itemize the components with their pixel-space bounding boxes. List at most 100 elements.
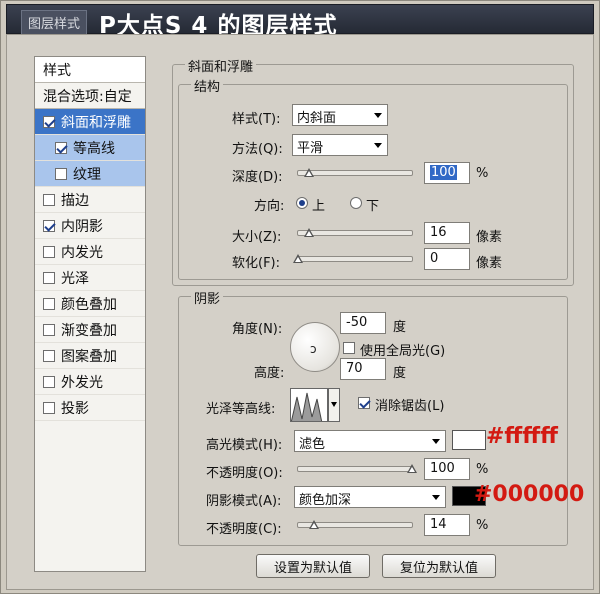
gloss-contour-preview[interactable] (290, 388, 328, 422)
shadow-opacity-thumb[interactable] (308, 518, 320, 529)
angle-input[interactable]: -50 (340, 312, 386, 334)
style-item-checkbox[interactable] (43, 245, 55, 258)
style-item-label: 图案叠加 (61, 348, 117, 365)
style-list: 样式 混合选项:自定 斜面和浮雕等高线纹理描边内阴影内发光 光泽 颜色叠加 渐变叠加图… (34, 56, 146, 572)
style-item-checkbox[interactable] (43, 115, 55, 128)
highlight-opacity-thumb[interactable] (407, 462, 418, 473)
title-bar: 图层样式 P大点S 4 的图层样式 (6, 4, 594, 39)
depth-label: 深度(D): (232, 170, 283, 185)
highlight-opacity-slider[interactable] (297, 464, 417, 473)
depth-slider[interactable] (297, 168, 413, 177)
angle-label: 角度(N): (232, 322, 283, 337)
window-tab[interactable]: 图层样式 (21, 10, 88, 35)
highlight-opacity-input[interactable]: 100 (424, 458, 470, 480)
style-item[interactable]: 图案叠加 (35, 343, 145, 369)
highlight-opacity-unit: % (476, 462, 489, 477)
shadow-opacity-value: 14 (430, 517, 447, 532)
style-item[interactable]: 描边 (35, 187, 145, 213)
style-item-checkbox[interactable] (43, 297, 55, 310)
direction-up-radio[interactable] (296, 197, 308, 209)
style-item[interactable]: 光泽 (35, 265, 145, 291)
blend-options-item[interactable]: 混合选项:自定 (35, 83, 145, 109)
bevel-style-value: 内斜面 (297, 111, 337, 126)
chevron-down-icon (374, 113, 382, 118)
soften-label: 软化(F): (232, 256, 281, 271)
style-item[interactable]: 内发光 (35, 239, 145, 265)
soften-value: 0 (430, 251, 439, 266)
style-item-label: 描边 (61, 192, 89, 209)
style-item-checkbox[interactable] (55, 141, 67, 154)
style-item-checkbox[interactable] (43, 271, 55, 284)
style-item-checkbox[interactable] (43, 401, 55, 414)
technique-value: 平滑 (297, 141, 324, 156)
style-item[interactable]: 内阴影 (35, 213, 145, 239)
highlight-mode-label: 高光模式(H): (206, 438, 283, 453)
style-item-checkbox[interactable] (43, 349, 55, 362)
highlight-color-swatch[interactable] (452, 430, 486, 450)
style-item[interactable]: 等高线 (35, 135, 145, 161)
highlight-mode-select[interactable]: 滤色 (294, 430, 446, 452)
soften-slider[interactable] (293, 254, 413, 263)
gloss-contour-dropdown[interactable] (328, 388, 340, 422)
size-slider[interactable] (297, 228, 413, 237)
soften-input[interactable]: 0 (424, 248, 470, 270)
depth-value: 100 (430, 165, 457, 180)
altitude-unit: 度 (393, 366, 407, 381)
depth-unit: % (476, 166, 489, 181)
highlight-opacity-value: 100 (430, 461, 455, 476)
shadow-mode-select[interactable]: 颜色加深 (294, 486, 446, 508)
depth-slider-thumb[interactable] (304, 166, 315, 177)
blend-options-label: 混合选项:自定 (43, 88, 132, 105)
chevron-down-icon (432, 439, 440, 444)
bevel-style-select[interactable]: 内斜面 (292, 104, 388, 126)
style-item[interactable]: 斜面和浮雕 (35, 109, 145, 135)
angle-dial[interactable]: ↄ (290, 322, 340, 372)
style-item[interactable]: 投影 (35, 395, 145, 421)
altitude-input[interactable]: 70 (340, 358, 386, 380)
style-item[interactable]: 颜色叠加 (35, 291, 145, 317)
depth-input[interactable]: 100 (424, 162, 470, 184)
style-item[interactable]: 纹理 (35, 161, 145, 187)
shadow-mode-value: 颜色加深 (299, 493, 352, 508)
shadow-mode-label: 阴影模式(A): (206, 494, 282, 509)
altitude-label: 高度: (254, 366, 285, 381)
make-default-label: 设置为默认值 (273, 560, 352, 576)
style-item-checkbox[interactable] (43, 375, 55, 388)
style-item[interactable]: 外发光 (35, 369, 145, 395)
angle-unit: 度 (393, 320, 407, 335)
altitude-value: 70 (346, 361, 363, 376)
reset-default-button[interactable]: 复位为默认值 (382, 554, 496, 578)
shadow-opacity-unit: % (476, 518, 489, 533)
chevron-down-icon (331, 402, 337, 407)
shadow-opacity-input[interactable]: 14 (424, 514, 470, 536)
style-item-checkbox[interactable] (43, 193, 55, 206)
style-list-header[interactable]: 样式 (35, 57, 145, 83)
global-light-checkbox[interactable] (343, 342, 355, 354)
chevron-down-icon (432, 495, 440, 500)
structure-title: 结构 (191, 76, 224, 95)
soften-unit: 像素 (476, 256, 503, 271)
shading-title: 阴影 (191, 288, 224, 307)
shadow-opacity-slider[interactable] (297, 520, 413, 529)
technique-select[interactable]: 平滑 (292, 134, 388, 156)
size-input[interactable]: 16 (424, 222, 470, 244)
style-item-checkbox[interactable] (55, 167, 67, 180)
shadow-color-annotation: #000000 (474, 482, 585, 507)
style-item-checkbox[interactable] (43, 323, 55, 336)
soften-slider-thumb[interactable] (293, 252, 304, 263)
size-slider-thumb[interactable] (304, 226, 315, 237)
direction-down-radio[interactable] (350, 197, 362, 209)
size-value: 16 (430, 225, 447, 240)
technique-label: 方法(Q): (232, 142, 283, 157)
style-item-checkbox[interactable] (43, 219, 55, 232)
chevron-down-icon (374, 143, 382, 148)
anti-aliased-checkbox[interactable] (358, 397, 370, 409)
style-item-label: 内阴影 (61, 218, 103, 235)
style-item-label: 纹理 (73, 166, 101, 183)
make-default-button[interactable]: 设置为默认值 (256, 554, 370, 578)
style-item-label: 等高线 (73, 140, 115, 157)
style-item[interactable]: 渐变叠加 (35, 317, 145, 343)
style-item-label: 投影 (61, 400, 89, 417)
angle-dial-center-icon: ↄ (310, 342, 317, 356)
highlight-mode-value: 滤色 (299, 437, 326, 452)
